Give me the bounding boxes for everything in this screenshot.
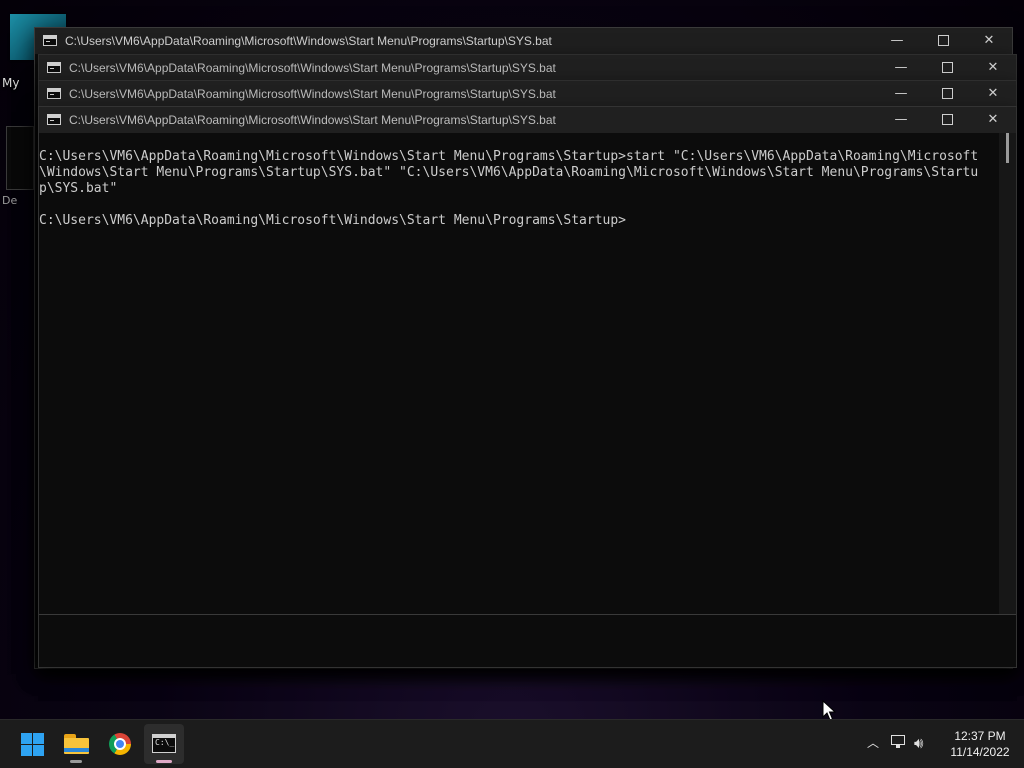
desktop: My De C:\Users\VM6\AppData\Roaming\Micro… <box>0 0 1024 768</box>
close-button[interactable]: ✕ <box>966 28 1012 54</box>
close-button[interactable]: ✕ <box>970 107 1016 133</box>
maximize-button[interactable] <box>920 28 966 54</box>
console-app-icon <box>47 114 61 125</box>
window-title: C:\Users\VM6\AppData\Roaming\Microsoft\W… <box>69 87 556 101</box>
chevron-up-icon[interactable]: ︿ <box>864 732 882 754</box>
console-bottom-area <box>39 614 1016 667</box>
start-button[interactable] <box>12 724 52 764</box>
console-app-icon <box>47 62 61 73</box>
volume-icon[interactable]: 🔊︎ <box>914 732 936 754</box>
taskbar: C:\_ ︿ 🔊︎ 12:37 PM 11/14/2022 <box>0 719 1024 768</box>
console-output-area[interactable]: C:\Users\VM6\AppData\Roaming\Microsoft\W… <box>39 133 1016 667</box>
chrome-icon <box>109 733 131 755</box>
taskbar-file-explorer[interactable] <box>56 724 96 764</box>
running-indicator <box>70 760 82 763</box>
maximize-icon <box>941 88 953 99</box>
console-app-icon <box>47 88 61 99</box>
close-button[interactable]: ✕ <box>970 81 1016 107</box>
maximize-icon <box>941 62 953 73</box>
desktop-shortcut-icon-2[interactable] <box>6 126 34 190</box>
cmd-icon: C:\_ <box>152 734 176 753</box>
window-title: C:\Users\VM6\AppData\Roaming\Microsoft\W… <box>69 113 556 127</box>
taskbar-chrome[interactable] <box>100 724 140 764</box>
window-title: C:\Users\VM6\AppData\Roaming\Microsoft\W… <box>65 34 552 48</box>
window-titlebar[interactable]: C:\Users\VM6\AppData\Roaming\Microsoft\W… <box>39 107 1016 133</box>
window-titlebar[interactable]: C:\Users\VM6\AppData\Roaming\Microsoft\W… <box>39 55 1016 81</box>
clock-time: 12:37 PM <box>954 729 1006 743</box>
maximize-button[interactable] <box>924 81 970 107</box>
scrollbar-thumb[interactable] <box>1006 133 1009 163</box>
maximize-icon <box>941 114 953 125</box>
clock-date: 11/14/2022 <box>950 745 1010 759</box>
minimize-button[interactable]: — <box>878 107 924 133</box>
maximize-icon <box>937 35 949 46</box>
console-window-front[interactable]: C:\Users\VM6\AppData\Roaming\Microsoft\W… <box>38 106 1017 668</box>
minimize-button[interactable]: — <box>878 55 924 81</box>
close-button[interactable]: ✕ <box>970 55 1016 81</box>
windows-logo-icon <box>21 733 44 756</box>
window-titlebar[interactable]: C:\Users\VM6\AppData\Roaming\Microsoft\W… <box>35 28 1012 54</box>
desktop-label-2[interactable]: De <box>2 194 17 207</box>
taskbar-command-prompt[interactable]: C:\_ <box>144 724 184 764</box>
folder-icon <box>64 734 89 754</box>
desktop-label[interactable]: My <box>2 76 19 90</box>
maximize-button[interactable] <box>924 107 970 133</box>
console-app-icon <box>43 35 57 46</box>
console-text[interactable]: C:\Users\VM6\AppData\Roaming\Microsoft\W… <box>39 149 1001 229</box>
maximize-button[interactable] <box>924 55 970 81</box>
window-title: C:\Users\VM6\AppData\Roaming\Microsoft\W… <box>69 61 556 75</box>
minimize-button[interactable]: — <box>874 28 920 54</box>
system-clock[interactable]: 12:37 PM 11/14/2022 <box>942 728 1018 760</box>
window-titlebar[interactable]: C:\Users\VM6\AppData\Roaming\Microsoft\W… <box>39 81 1016 107</box>
vertical-scrollbar[interactable] <box>999 133 1016 615</box>
active-indicator <box>156 760 172 763</box>
minimize-button[interactable]: — <box>878 81 924 107</box>
network-icon[interactable] <box>891 735 907 749</box>
